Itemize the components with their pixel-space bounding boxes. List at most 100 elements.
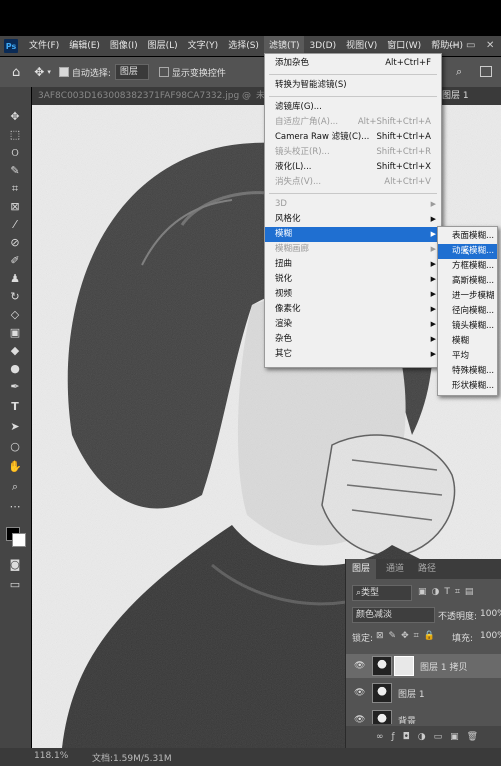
submenu-arrow-icon: ▶ <box>430 245 436 253</box>
quick-selection-tool-icon[interactable]: ✎ <box>7 163 23 179</box>
filter-menu-item[interactable]: 添加杂色 Alt+Ctrl+F <box>265 56 441 71</box>
eraser-tool-icon[interactable]: ◇ <box>7 307 23 323</box>
workspace-icon[interactable] <box>480 66 492 77</box>
tab-channels[interactable]: 通道 <box>386 559 404 579</box>
menu-file[interactable]: 文件(F) <box>24 36 64 56</box>
blur-submenu-item[interactable]: 平均 <box>438 349 497 364</box>
hand-tool-icon[interactable]: ✋ <box>7 459 23 475</box>
layer-kind-filter[interactable]: ⌕类型 <box>352 585 412 601</box>
blur-submenu-item[interactable]: 进一步模糊 <box>438 289 497 304</box>
checkbox-checked-icon[interactable] <box>58 67 69 77</box>
eye-icon[interactable]: 👁 <box>354 688 365 698</box>
layers-footer-icons[interactable]: ∞ƒ◘◑▭▣🗑 <box>346 726 501 748</box>
screen-mode-icon[interactable]: ▭ <box>7 577 23 593</box>
chevron-down-icon[interactable]: ▾ <box>47 68 51 76</box>
layer-filter-icons[interactable]: ▣◑T⌗▤ <box>418 587 478 597</box>
blur-submenu-item[interactable]: 方框模糊... <box>438 259 497 274</box>
filter-menu-item[interactable]: 锐化 ▶ <box>265 272 441 287</box>
fill-value[interactable]: 100% <box>480 631 501 641</box>
tools-panel: ✥ ⬚ ଠ ✎ ⌗ ⊠ ⁄ ⊘ ✐ ♟ ↻ ◇ ▣ ◆ ● ✒ T ➤ ○ ✋ … <box>0 87 31 748</box>
layer-row[interactable]: 👁 背景 <box>346 708 501 724</box>
layer-row[interactable]: 👁 图层 1 <box>346 681 501 705</box>
crop-tool-icon[interactable]: ⌗ <box>7 181 23 197</box>
blur-submenu-item[interactable]: 表面模糊... <box>438 229 497 244</box>
gradient-tool-icon[interactable]: ▣ <box>7 325 23 341</box>
frame-tool-icon[interactable]: ⊠ <box>7 199 23 215</box>
blur-submenu-item[interactable]: 高斯模糊... <box>438 274 497 289</box>
blur-submenu-item[interactable]: 形状模糊... <box>438 379 497 394</box>
autoselect-checkbox[interactable]: 自动选择: <box>58 66 111 79</box>
filter-menu-item[interactable]: 渲染 ▶ <box>265 317 441 332</box>
autoselect-dropdown[interactable]: 图层 <box>114 64 149 80</box>
maximize-button[interactable]: ▭ <box>466 36 475 56</box>
pen-tool-icon[interactable]: ✒ <box>7 379 23 395</box>
quick-mask-icon[interactable]: ◙ <box>7 557 23 573</box>
minimize-button[interactable]: — <box>448 36 458 56</box>
background-color-swatch[interactable] <box>12 533 26 547</box>
zoom-level[interactable]: 118.1% <box>34 751 68 761</box>
filter-menu-item[interactable]: 液化(L)... Shift+Ctrl+X <box>265 160 441 175</box>
menu-image[interactable]: 图像(I) <box>105 36 143 56</box>
tab-layers[interactable]: 图层 <box>346 559 377 579</box>
menu-type[interactable]: 文字(Y) <box>183 36 224 56</box>
lock-icons[interactable]: ⊠✎✥⌗🔒 <box>376 631 440 641</box>
eye-icon[interactable]: 👁 <box>354 661 365 671</box>
blur-submenu-item[interactable]: 模糊 <box>438 334 497 349</box>
filter-menu-item[interactable]: 模糊 ▶ <box>265 227 441 242</box>
blur-tool-icon[interactable]: ◆ <box>7 343 23 359</box>
move-tool-icon[interactable]: ✥ <box>7 109 23 125</box>
type-tool-icon[interactable]: T <box>7 399 23 415</box>
filter-menu-item[interactable]: 杂色 ▶ <box>265 332 441 347</box>
path-selection-tool-icon[interactable]: ➤ <box>7 419 23 435</box>
eye-icon[interactable]: 👁 <box>354 715 365 724</box>
transform-controls-checkbox[interactable]: 显示变换控件 <box>158 66 226 79</box>
blur-submenu-item[interactable]: 特殊模糊... <box>438 364 497 379</box>
filter-menu-item[interactable]: 扭曲 ▶ <box>265 257 441 272</box>
layer-row[interactable]: 👁 图层 1 拷贝 <box>346 654 501 678</box>
move-tool-icon[interactable]: ✥ <box>34 65 44 79</box>
menu-item-label: 高斯模糊... <box>452 276 495 286</box>
layer-name[interactable]: 图层 1 拷贝 <box>420 660 467 673</box>
tab-document-1[interactable]: 3AF8C003D163008382371FAF98CA7332.jpg @ <box>38 87 251 105</box>
more-tools-icon[interactable]: ⋯ <box>7 499 23 515</box>
ellipse-tool-icon[interactable]: ○ <box>7 439 23 455</box>
lasso-tool-icon[interactable]: ଠ <box>7 145 23 161</box>
checkbox-unchecked-icon[interactable] <box>158 67 169 77</box>
menu-item-label: 添加杂色 <box>275 58 310 68</box>
opacity-value[interactable]: 100% <box>480 609 501 619</box>
filter-menu-item[interactable]: 转换为智能滤镜(S) <box>265 78 441 93</box>
healing-brush-tool-icon[interactable]: ⊘ <box>7 235 23 251</box>
filter-menu-item[interactable]: 风格化 ▶ <box>265 212 441 227</box>
history-brush-tool-icon[interactable]: ↻ <box>7 289 23 305</box>
submenu-arrow-icon: ▶ <box>430 305 436 313</box>
eyedropper-tool-icon[interactable]: ⁄ <box>7 217 23 233</box>
home-icon[interactable]: ⌂ <box>12 65 20 80</box>
marquee-tool-icon[interactable]: ⬚ <box>7 127 23 143</box>
filter-menu-item[interactable]: 像素化 ▶ <box>265 302 441 317</box>
clone-stamp-tool-icon[interactable]: ♟ <box>7 271 23 287</box>
filter-menu-item[interactable]: Camera Raw 滤镜(C)... Shift+Ctrl+A <box>265 130 441 145</box>
layer-name[interactable]: 图层 1 <box>398 687 425 700</box>
filter-menu-item[interactable]: 视频 ▶ <box>265 287 441 302</box>
blur-submenu-item[interactable]: 径向模糊... <box>438 304 497 319</box>
search-icon[interactable]: ⌕ <box>456 65 462 79</box>
menu-edit[interactable]: 编辑(E) <box>64 36 105 56</box>
dodge-tool-icon[interactable]: ● <box>7 361 23 377</box>
menu-select[interactable]: 选择(S) <box>223 36 264 56</box>
layer-name[interactable]: 背景 <box>398 714 416 724</box>
status-bar: 118.1% 文档:1.59M/5.31M <box>0 748 501 766</box>
menu-layer[interactable]: 图层(L) <box>143 36 183 56</box>
blend-mode-dropdown[interactable]: 颜色减淡 <box>352 607 435 623</box>
tab-paths[interactable]: 路径 <box>418 559 436 579</box>
tab-layer-1[interactable]: 图层 1 <box>442 87 469 105</box>
close-button[interactable]: ✕ <box>486 36 494 56</box>
filter-menu-item[interactable]: 其它 ▶ <box>265 347 441 362</box>
filter-menu-item[interactable]: 滤镜库(G)... <box>265 100 441 115</box>
filter-menu-item: 镜头校正(R)... Shift+Ctrl+R <box>265 145 441 160</box>
zoom-tool-icon[interactable]: ⌕ <box>7 479 23 495</box>
menu-item-label: 特殊模糊... <box>452 366 495 376</box>
blur-submenu-item[interactable]: 镜头模糊... <box>438 319 497 334</box>
menu-item-label: 镜头校正(R)... <box>275 147 330 157</box>
layers-panel: 图层 通道 路径 ⌕类型 ▣◑T⌗▤ 颜色减淡 不透明度: 100% 锁定: ⊠… <box>345 559 501 748</box>
brush-tool-icon[interactable]: ✐ <box>7 253 23 269</box>
